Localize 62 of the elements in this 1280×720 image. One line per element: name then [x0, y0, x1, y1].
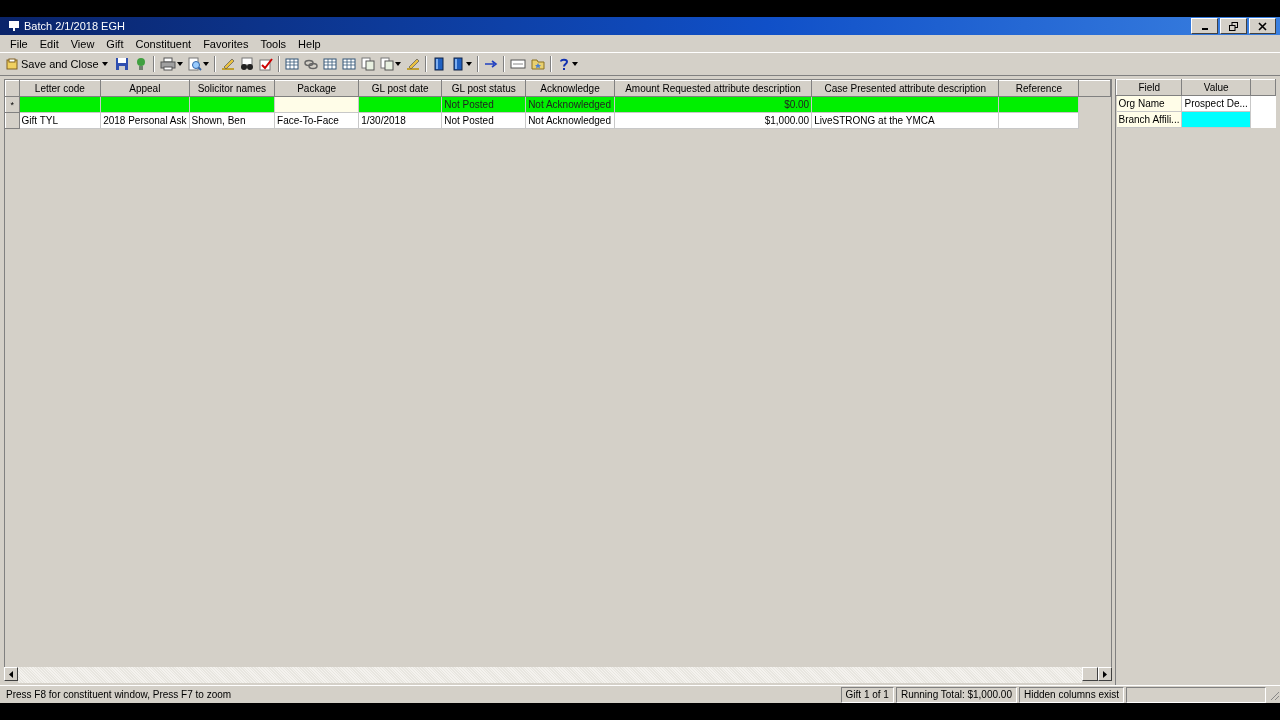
restore-button[interactable] — [1220, 18, 1247, 34]
close-icon — [1258, 21, 1267, 31]
card-icon[interactable] — [509, 57, 526, 71]
column-header[interactable]: Letter code — [19, 80, 101, 97]
corner-header — [5, 80, 20, 97]
menu-item[interactable]: Gift — [100, 37, 130, 50]
scrollbar-thumb[interactable] — [1082, 667, 1098, 681]
caret-icon[interactable] — [394, 62, 401, 66]
print-icon[interactable] — [159, 57, 176, 71]
column-header[interactable]: Value — [1181, 79, 1251, 96]
scroll-left-button[interactable] — [4, 667, 18, 681]
status-message: Press F8 for constituent window, Press F7 to zoom — [5, 689, 233, 700]
column-header[interactable]: Solicitor names — [189, 80, 275, 97]
column-header[interactable]: Acknowledge — [525, 80, 615, 97]
book-icon[interactable] — [431, 57, 446, 71]
column-header — [1078, 80, 1111, 97]
arrow-icon[interactable] — [483, 57, 498, 71]
menu-item[interactable]: Favorites — [197, 37, 255, 50]
folder-icon[interactable] — [530, 57, 545, 71]
column-header[interactable]: Appeal — [100, 80, 190, 97]
caret-icon — [101, 62, 108, 66]
status-pane: Running Total: $1,000.00 — [895, 686, 1017, 703]
caret-icon[interactable] — [465, 62, 472, 66]
menu-item[interactable]: Help — [292, 37, 327, 50]
window-title: Batch 2/1/2018 EGH — [24, 20, 125, 32]
book-icon[interactable] — [450, 57, 465, 71]
save-icon[interactable] — [114, 57, 129, 71]
menu-item[interactable]: File — [4, 37, 34, 50]
caret-icon[interactable] — [571, 62, 578, 66]
status-pane: Hidden columns exist — [1018, 686, 1124, 703]
right-arrow-icon — [1103, 670, 1107, 678]
minimize-button[interactable] — [1191, 18, 1218, 34]
menu-item[interactable]: Constituent — [129, 37, 198, 50]
left-arrow-icon — [9, 670, 13, 678]
pages-icon[interactable] — [360, 57, 375, 71]
caret-icon[interactable] — [176, 62, 183, 66]
window-icon — [8, 20, 20, 32]
scroll-right-button[interactable] — [1098, 667, 1112, 681]
column-header[interactable]: GL post status — [441, 80, 526, 97]
pages-icon[interactable] — [379, 57, 394, 71]
table-icon[interactable] — [322, 57, 337, 71]
table-icon[interactable] — [284, 57, 299, 71]
save-close-icon — [6, 58, 18, 70]
search-icon[interactable] — [187, 57, 202, 71]
column-header[interactable]: Field — [1116, 79, 1182, 96]
restore-icon — [1229, 21, 1238, 31]
table-icon[interactable] — [341, 57, 356, 71]
binoculars-icon[interactable] — [239, 57, 254, 71]
link-icon[interactable] — [303, 57, 318, 71]
column-header[interactable]: Case Presented attribute description — [811, 80, 999, 97]
menu-item[interactable]: Tools — [254, 37, 293, 50]
status-pane: Gift 1 of 1 — [840, 686, 894, 703]
checklist-icon[interactable] — [258, 57, 273, 71]
column-header[interactable]: Amount Requested attribute description — [614, 80, 812, 97]
column-header[interactable]: Package — [274, 80, 359, 97]
column-header[interactable]: Reference — [998, 80, 1079, 97]
column-header[interactable]: GL post date — [358, 80, 442, 97]
close-button[interactable] — [1249, 18, 1276, 34]
save-and-close-button[interactable]: Save and Close — [4, 58, 110, 70]
menu-item[interactable]: Edit — [33, 37, 65, 50]
caret-icon[interactable] — [202, 62, 209, 66]
menu-item[interactable]: View — [64, 37, 101, 50]
